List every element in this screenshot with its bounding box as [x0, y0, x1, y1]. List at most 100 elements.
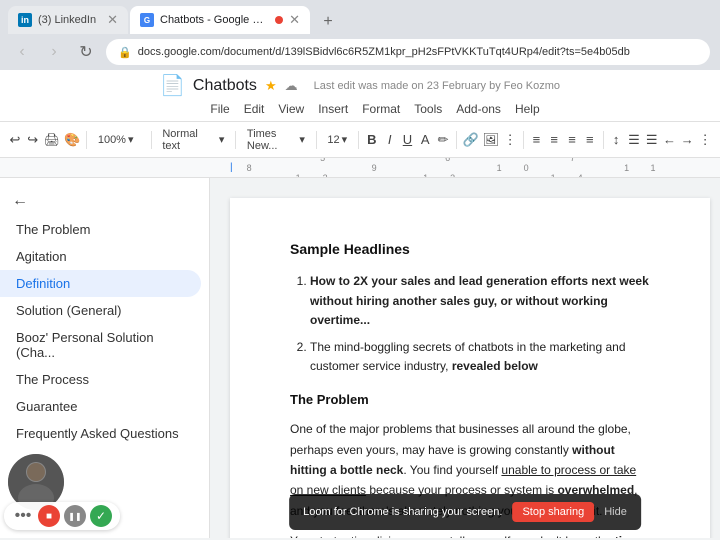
sidebar-item-booz-solution[interactable]: Booz' Personal Solution (Cha... — [0, 324, 201, 366]
sidebar-back-button[interactable]: ← — [0, 186, 209, 216]
address-text: docs.google.com/document/d/139lSBidvl6c6… — [138, 46, 698, 58]
menu-edit[interactable]: Edit — [238, 100, 271, 118]
style-select[interactable]: Normal text ▾ — [157, 128, 229, 152]
divider-1 — [86, 131, 87, 149]
tab-linkedin-label: (3) LinkedIn — [38, 14, 101, 26]
menu-addons[interactable]: Add-ons — [450, 100, 507, 118]
more-insert-button[interactable]: ⋮ — [503, 127, 517, 153]
sidebar-item-agitation[interactable]: Agitation — [0, 243, 201, 270]
more-options-button[interactable]: ⋮ — [698, 127, 712, 153]
divider-8 — [603, 131, 604, 149]
loom-notification-bar: Loom for Chrome is sharing your screen. … — [289, 494, 641, 530]
zoom-select[interactable]: 100% ▾ — [93, 128, 145, 152]
doc-icon: 📄 — [160, 73, 185, 98]
divider-4 — [316, 131, 317, 149]
gdocs-favicon: G — [140, 13, 154, 27]
doc-page: Sample Headlines How to 2X your sales an… — [230, 198, 710, 538]
size-select[interactable]: 12 ▾ — [322, 128, 352, 152]
text-color-button[interactable]: A — [418, 127, 432, 153]
tab-chatbots[interactable]: G Chatbots - Google Docs ✕ — [130, 6, 310, 34]
lock-icon: 🔒 — [118, 46, 132, 59]
link-button[interactable]: 🔗 — [462, 127, 478, 153]
align-justify-button[interactable]: ≡ — [583, 127, 597, 153]
back-arrow-icon: ← — [12, 192, 28, 210]
print-button[interactable]: 🖨 — [44, 127, 61, 153]
headline-item-2: The mind-boggling secrets of chatbots in… — [310, 338, 650, 376]
linkedin-favicon: in — [18, 13, 32, 27]
redo-button[interactable]: ↪ — [26, 127, 40, 153]
size-chevron: ▾ — [342, 133, 348, 146]
recording-options-button[interactable]: ••• — [12, 505, 34, 527]
doc-area[interactable]: Sample Headlines How to 2X your sales an… — [210, 178, 720, 538]
menu-help[interactable]: Help — [509, 100, 546, 118]
menu-view[interactable]: View — [272, 100, 310, 118]
tab-linkedin-close[interactable]: ✕ — [107, 12, 118, 28]
star-icon[interactable]: ★ — [265, 78, 277, 94]
style-chevron: ▾ — [219, 133, 225, 146]
zoom-value: 100% — [98, 134, 126, 146]
align-right-button[interactable]: ≡ — [565, 127, 579, 153]
new-tab-button[interactable]: + — [316, 10, 340, 34]
divider-2 — [151, 131, 152, 149]
highlight-button[interactable]: ✏ — [436, 127, 450, 153]
align-center-button[interactable]: ≡ — [547, 127, 561, 153]
ruler-content: | 1 2 3 4 5 6 7 8 9 10 11 12 13 14 15 16… — [230, 158, 710, 178]
loom-stop-sharing-button[interactable]: Stop sharing — [512, 502, 594, 522]
tab-chatbots-close[interactable]: ✕ — [289, 12, 300, 28]
style-value: Normal text — [162, 128, 216, 152]
align-left-button[interactable]: ≡ — [530, 127, 544, 153]
nav-refresh-button[interactable]: ↻ — [74, 42, 98, 62]
nav-back-button[interactable]: ‹ — [10, 43, 34, 61]
headline-list: How to 2X your sales and lead generation… — [310, 272, 650, 376]
paint-format-button[interactable]: 🎨 — [64, 127, 80, 153]
menu-insert[interactable]: Insert — [312, 100, 354, 118]
menu-tools[interactable]: Tools — [408, 100, 448, 118]
nav-forward-button[interactable]: › — [42, 43, 66, 61]
last-edit-info: Last edit was made on 23 February by Feo… — [314, 80, 560, 92]
ruler: | 1 2 3 4 5 6 7 8 9 10 11 12 13 14 15 16… — [0, 158, 720, 178]
tab-linkedin[interactable]: in (3) LinkedIn ✕ — [8, 6, 128, 34]
indent-more-button[interactable]: → — [680, 127, 694, 153]
sidebar-item-faq[interactable]: Frequently Asked Questions — [0, 420, 201, 447]
divider-3 — [235, 131, 236, 149]
font-value: Times New... — [247, 128, 297, 152]
divider-7 — [523, 131, 524, 149]
menu-format[interactable]: Format — [356, 100, 406, 118]
loom-message: Loom for Chrome is sharing your screen. — [303, 506, 502, 518]
sidebar-item-guarantee[interactable]: Guarantee — [0, 393, 201, 420]
menu-file[interactable]: File — [204, 100, 235, 118]
address-bar[interactable]: 🔒 docs.google.com/document/d/139lSBidvl6… — [106, 39, 710, 65]
divider-5 — [358, 131, 359, 149]
recording-done-button[interactable]: ✓ — [90, 505, 112, 527]
underline-button[interactable]: U — [401, 127, 415, 153]
font-select[interactable]: Times New... ▾ — [242, 128, 310, 152]
sidebar-item-definition[interactable]: Definition — [0, 270, 201, 297]
sidebar-item-problem[interactable]: The Problem — [0, 216, 201, 243]
problem-heading: The Problem — [290, 390, 650, 411]
headline-item-1: How to 2X your sales and lead generation… — [310, 272, 650, 330]
zoom-chevron: ▾ — [128, 133, 134, 146]
sidebar-item-solution-general[interactable]: Solution (General) — [0, 297, 201, 324]
recording-pause-button[interactable]: ❚❚ — [64, 505, 86, 527]
sidebar-item-process[interactable]: The Process — [0, 366, 201, 393]
list-bullet-button[interactable]: ☰ — [627, 127, 641, 153]
recording-controls: ••• ■ ❚❚ ✓ — [4, 502, 120, 530]
font-chevron: ▾ — [299, 133, 305, 146]
line-spacing-button[interactable]: ↕ — [609, 127, 623, 153]
problem-para-2: You start rationalizing, so you tell you… — [290, 531, 650, 538]
undo-button[interactable]: ↩ — [8, 127, 22, 153]
cloud-icon: ☁ — [285, 78, 298, 94]
bold-button[interactable]: B — [365, 127, 379, 153]
sidebar: ← The Problem Agitation Definition Solut… — [0, 178, 210, 538]
recording-stop-button[interactable]: ■ — [38, 505, 60, 527]
doc-title: Chatbots — [193, 77, 257, 95]
loom-hide-button[interactable]: Hide — [604, 506, 627, 518]
section-headline: Sample Headlines — [290, 238, 650, 260]
image-button[interactable]: 🖼 — [483, 127, 500, 153]
tab-chatbots-label: Chatbots - Google Docs — [160, 14, 267, 26]
italic-button[interactable]: I — [383, 127, 397, 153]
list-numbered-button[interactable]: ☰ — [645, 127, 659, 153]
indent-less-button[interactable]: ← — [663, 127, 677, 153]
size-value: 12 — [327, 134, 339, 146]
divider-6 — [456, 131, 457, 149]
